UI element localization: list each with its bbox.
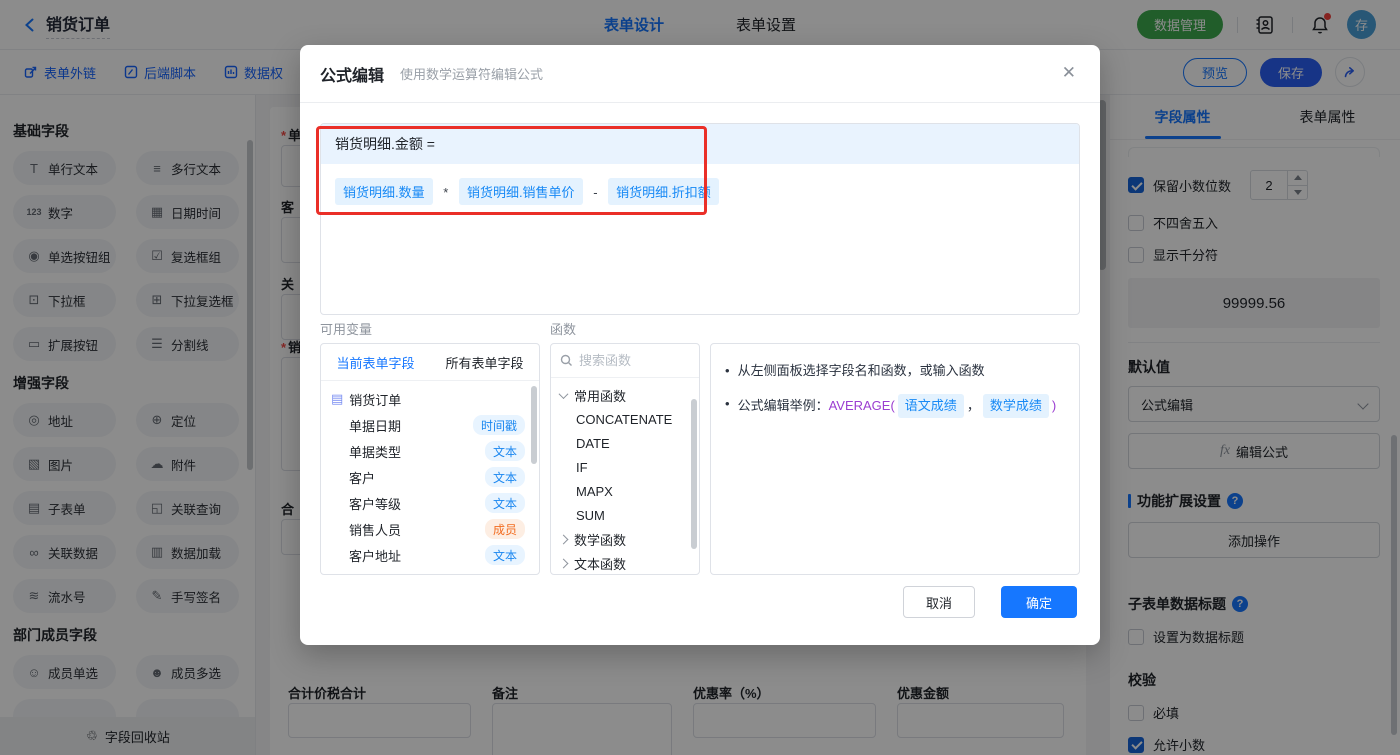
formula-target: 销货明细.金额 =: [321, 124, 1079, 164]
type-badge: 文本: [484, 545, 525, 565]
close-icon[interactable]: ✕: [1062, 63, 1076, 83]
formula-expression[interactable]: 销货明细.数量 * 销货明细.销售单价 - 销货明细.折扣额: [321, 164, 1079, 219]
function-name-text: AVERAGE(: [828, 398, 895, 413]
function-item[interactable]: IF: [551, 455, 699, 479]
formula-operator: *: [443, 185, 449, 200]
caret-down-icon: [558, 388, 569, 399]
variables-tabs: 当前表单字段 所有表单字段: [321, 344, 539, 381]
type-badge: 时间戳: [472, 415, 525, 435]
modal-footer: 取消 确定: [903, 586, 1077, 618]
function-item[interactable]: DATE: [551, 431, 699, 455]
variable-row[interactable]: 单据日期 时间戳: [321, 412, 539, 438]
type-badge: 文本: [484, 467, 525, 487]
function-group-common[interactable]: 常用函数: [551, 383, 699, 407]
variable-row[interactable]: 客户等级 文本: [321, 490, 539, 516]
variable-row[interactable]: 客户地址 文本: [321, 542, 539, 568]
caret-right-icon: [558, 534, 569, 544]
function-group-text[interactable]: 文本函数: [551, 551, 699, 574]
tab-current-form-fields[interactable]: 当前表单字段: [321, 344, 430, 380]
app-window: 销货订单 表单设计 表单设置 数据管理 存 表单外链 后端脚本 数据权 预览 保…: [0, 0, 1400, 755]
function-search[interactable]: [551, 344, 699, 378]
modal-title: 公式编辑: [320, 67, 385, 85]
function-item[interactable]: MAPX: [551, 479, 699, 503]
functions-label: 函数: [550, 322, 577, 337]
formula-field-token[interactable]: 销货明细.销售单价: [458, 178, 583, 205]
variable-row[interactable]: 客户 文本: [321, 464, 539, 490]
function-search-input[interactable]: [579, 353, 679, 368]
functions-scrollbar-thumb[interactable]: [691, 399, 697, 549]
variables-panel: 当前表单字段 所有表单字段 ▤ 销货订单 单据日期 时间戳 单据类型 文本 客户…: [320, 343, 540, 575]
variables-scrollbar-thumb[interactable]: [531, 386, 537, 464]
tab-all-form-fields[interactable]: 所有表单字段: [430, 344, 539, 380]
example-field-chip: 数学成绩: [982, 394, 1049, 418]
function-item[interactable]: SUM: [551, 503, 699, 527]
example-field-chip: 语文成绩: [897, 394, 964, 418]
modal-header: 公式编辑 使用数学运算符编辑公式 ✕: [300, 45, 1100, 103]
function-group-math[interactable]: 数学函数: [551, 527, 699, 551]
formula-editor-box[interactable]: 销货明细.金额 = 销货明细.数量 * 销货明细.销售单价 - 销货明细.折扣额: [320, 123, 1080, 315]
formula-field-token[interactable]: 销货明细.折扣额: [608, 178, 719, 205]
type-badge: 成员: [484, 519, 525, 539]
variables-root-row[interactable]: ▤ 销货订单: [321, 386, 539, 412]
help-panel: • 从左侧面板选择字段名和函数，或输入函数 • 公式编辑举例：AVERAGE(语…: [710, 343, 1080, 575]
search-icon: [560, 354, 573, 367]
function-item[interactable]: CONCATENATE: [551, 407, 699, 431]
variable-row[interactable]: 销售人员 成员: [321, 516, 539, 542]
help-tip-2: • 公式编辑举例：AVERAGE(语文成绩，数学成绩): [725, 394, 1065, 418]
variable-row[interactable]: 单据类型 文本: [321, 438, 539, 464]
formula-field-token[interactable]: 销货明细.数量: [335, 178, 433, 205]
variables-label: 可用变量: [320, 322, 373, 337]
modal-subtitle: 使用数学运算符编辑公式: [400, 67, 544, 82]
formula-operator: -: [593, 185, 598, 200]
confirm-button[interactable]: 确定: [1001, 586, 1077, 618]
formula-editor-modal: 公式编辑 使用数学运算符编辑公式 ✕ 销货明细.金额 = 销货明细.数量 * 销…: [300, 45, 1100, 645]
help-tip-1: • 从左侧面板选择字段名和函数，或输入函数: [725, 363, 985, 378]
caret-right-icon: [558, 558, 569, 568]
document-icon: ▤: [331, 391, 344, 406]
type-badge: 文本: [484, 493, 525, 513]
cancel-button[interactable]: 取消: [903, 586, 975, 618]
type-badge: 文本: [484, 441, 525, 461]
functions-panel: 常用函数 CONCATENATE DATE IF MAPX SUM 数学函数 文…: [550, 343, 700, 575]
